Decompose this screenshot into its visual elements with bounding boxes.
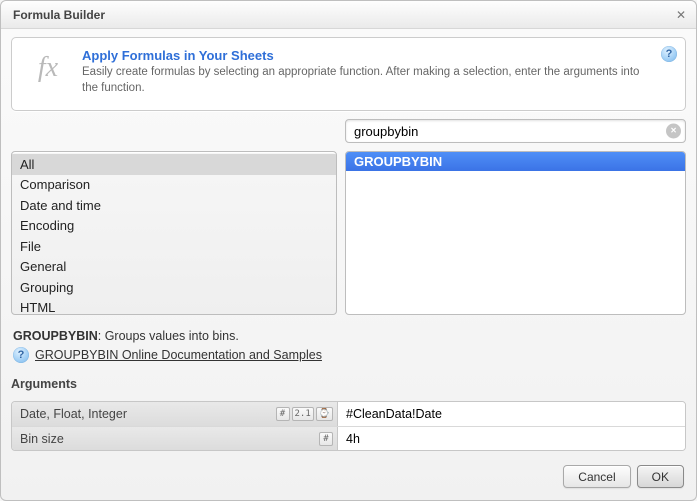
argument-label-text: Date, Float, Integer [20,407,127,421]
help-icon[interactable]: ? [661,46,677,62]
info-body: Easily create formulas by selecting an a… [82,65,642,96]
description-sep: : [98,329,105,343]
type-chip: 2.1 [292,407,314,421]
formula-builder-dialog: Formula Builder ✕ ? fx Apply Formulas in… [0,0,697,501]
function-listbox[interactable]: GROUPBYBIN [345,151,686,315]
category-item[interactable]: Date and time [12,195,336,216]
arguments-label: Arguments [11,375,686,393]
function-scroll[interactable]: GROUPBYBIN [346,152,685,171]
help-icon[interactable]: ? [13,347,29,363]
doc-link-row: ? GROUPBYBIN Online Documentation and Sa… [13,347,684,363]
argument-label: Bin size # [12,427,338,450]
info-text: Apply Formulas in Your Sheets Easily cre… [82,48,642,96]
category-item[interactable]: File [12,236,336,257]
category-item[interactable]: HTML [12,298,336,314]
category-scroll[interactable]: AllComparisonDate and timeEncodingFileGe… [12,152,336,314]
fx-icon: fx [24,48,72,88]
info-heading: Apply Formulas in Your Sheets [82,48,642,63]
dialog-title: Formula Builder [13,8,105,22]
button-row: Cancel OK [11,459,686,488]
dialog-content: ? fx Apply Formulas in Your Sheets Easil… [1,29,696,500]
category-item[interactable]: Comparison [12,175,336,196]
type-chip: ⌚ [316,407,333,421]
function-item[interactable]: GROUPBYBIN [346,152,685,171]
argument-type-chips: #2.1⌚ [276,407,333,421]
search-row: × [11,119,686,143]
info-panel: ? fx Apply Formulas in Your Sheets Easil… [11,37,686,111]
category-listbox[interactable]: AllComparisonDate and timeEncodingFileGe… [11,151,337,315]
type-chip: # [319,432,333,446]
type-chip: # [276,407,290,421]
argument-row: Bin size # [12,426,685,450]
cancel-button[interactable]: Cancel [563,465,630,488]
argument-input[interactable] [338,402,685,426]
description-text: Groups values into bins. [105,329,239,343]
argument-label-text: Bin size [20,432,64,446]
argument-input[interactable] [338,427,685,450]
arguments-table: Date, Float, Integer #2.1⌚ Bin size # [11,401,686,451]
description-box: GROUPBYBIN: Groups values into bins. ? G… [11,323,686,367]
clear-search-icon[interactable]: × [666,124,681,139]
description-line: GROUPBYBIN: Groups values into bins. [13,329,684,343]
search-input[interactable] [345,119,686,143]
close-icon[interactable]: ✕ [672,6,690,24]
argument-row: Date, Float, Integer #2.1⌚ [12,402,685,426]
argument-label: Date, Float, Integer #2.1⌚ [12,402,338,426]
documentation-link[interactable]: GROUPBYBIN Online Documentation and Samp… [35,348,322,362]
lists-row: AllComparisonDate and timeEncodingFileGe… [11,151,686,315]
category-item[interactable]: All [12,154,336,175]
argument-type-chips: # [319,432,333,446]
category-item[interactable]: Grouping [12,277,336,298]
ok-button[interactable]: OK [637,465,684,488]
function-name: GROUPBYBIN [13,329,98,343]
category-item[interactable]: General [12,257,336,278]
search-wrap: × [345,119,686,143]
titlebar: Formula Builder ✕ [1,1,696,29]
category-item[interactable]: Encoding [12,216,336,237]
